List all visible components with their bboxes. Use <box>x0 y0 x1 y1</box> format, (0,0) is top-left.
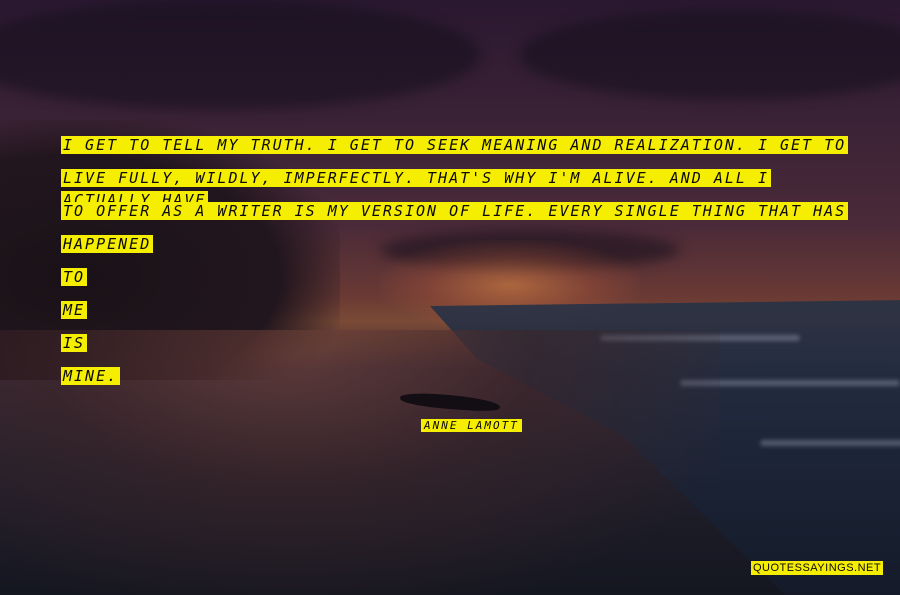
cloud <box>0 0 480 110</box>
quote-line: TO <box>61 268 88 286</box>
quote-line: LIVE FULLY, WILDLY, IMPERFECTLY. THAT'S … <box>61 169 771 209</box>
quote-line: IS <box>61 334 88 352</box>
quote-line: TO OFFER AS A WRITER IS MY VERSION OF LI… <box>61 202 849 220</box>
quote-line: ME <box>61 301 88 319</box>
quote-image: I GET TO TELL MY TRUTH. I GET TO SEEK ME… <box>0 0 900 595</box>
cloud <box>520 10 900 100</box>
quote-text: I GET TO TELL MY TRUTH. I GET TO SEEK ME… <box>61 134 851 398</box>
quote-line: I GET TO TELL MY TRUTH. I GET TO SEEK ME… <box>61 136 849 154</box>
quote-line: MINE. <box>61 367 121 385</box>
site-watermark: QUOTESSAYINGS.NET <box>751 561 884 575</box>
quote-author: ANNE LAMOTT <box>421 419 522 432</box>
quote-line: HAPPENED <box>61 235 154 253</box>
wave-foam <box>760 440 900 446</box>
